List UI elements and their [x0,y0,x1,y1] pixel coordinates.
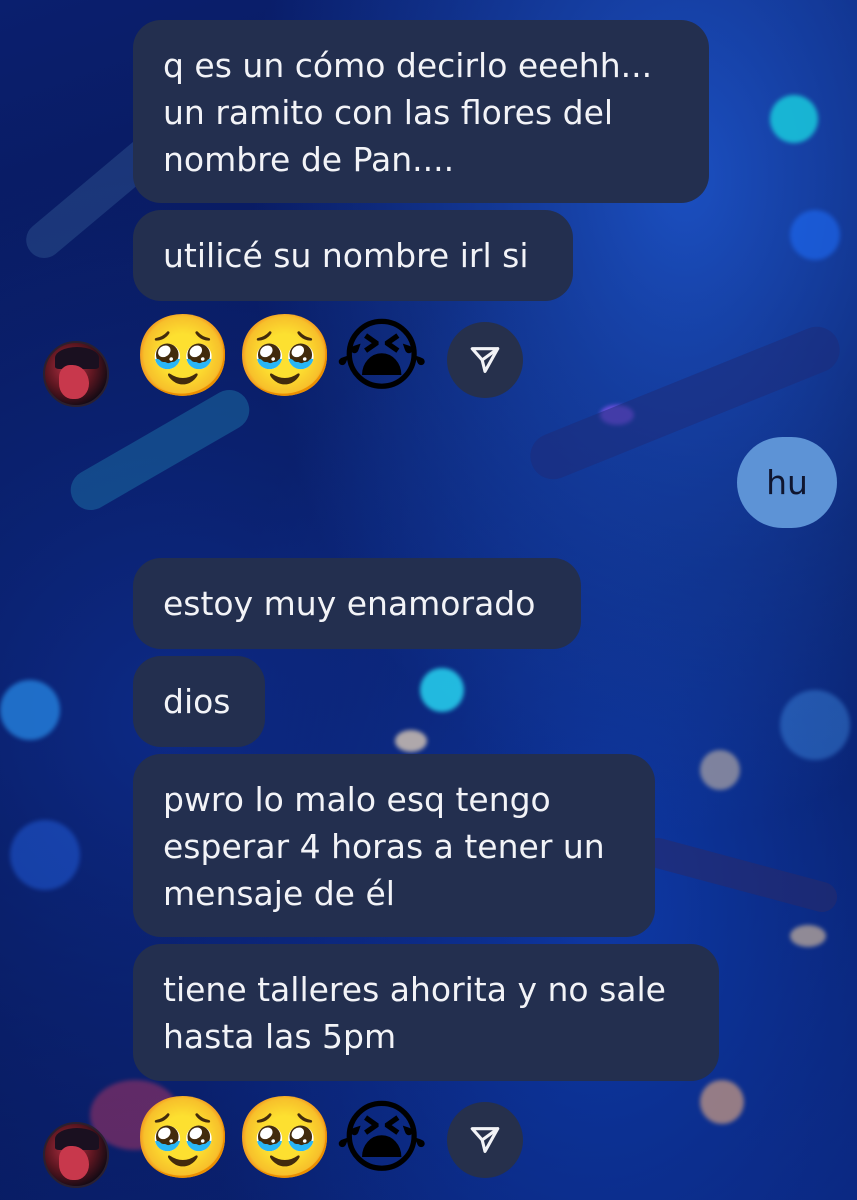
share-button[interactable] [447,1102,523,1178]
emoji-holding-back-tears-2: 🥹 [235,309,335,402]
incoming-message[interactable]: tiene talleres ahorita y no sale hasta l… [133,944,719,1081]
emoji-crying-face: 😭 [335,1091,429,1184]
sender-avatar[interactable] [43,1122,109,1188]
emoji-crying-face: 😭 [335,309,429,402]
incoming-message[interactable]: pwro lo malo esq tengo esperar 4 horas a… [133,754,655,937]
share-button[interactable] [447,322,523,398]
send-arrow-icon [470,1127,500,1153]
emoji-holding-back-tears-1: 🥹 [133,309,233,402]
outgoing-message[interactable]: hu [737,437,837,528]
sender-avatar[interactable] [43,341,109,407]
emoji-holding-back-tears-1: 🥹 [133,1091,233,1184]
incoming-message[interactable]: estoy muy enamorado [133,558,581,649]
incoming-message[interactable]: q es un cómo decirlo eeehh... un ramito … [133,20,709,203]
incoming-message[interactable]: utilicé su nombre irl si [133,210,573,301]
send-arrow-icon [470,347,500,373]
emoji-holding-back-tears-2: 🥹 [235,1091,335,1184]
incoming-message[interactable]: dios [133,656,265,747]
